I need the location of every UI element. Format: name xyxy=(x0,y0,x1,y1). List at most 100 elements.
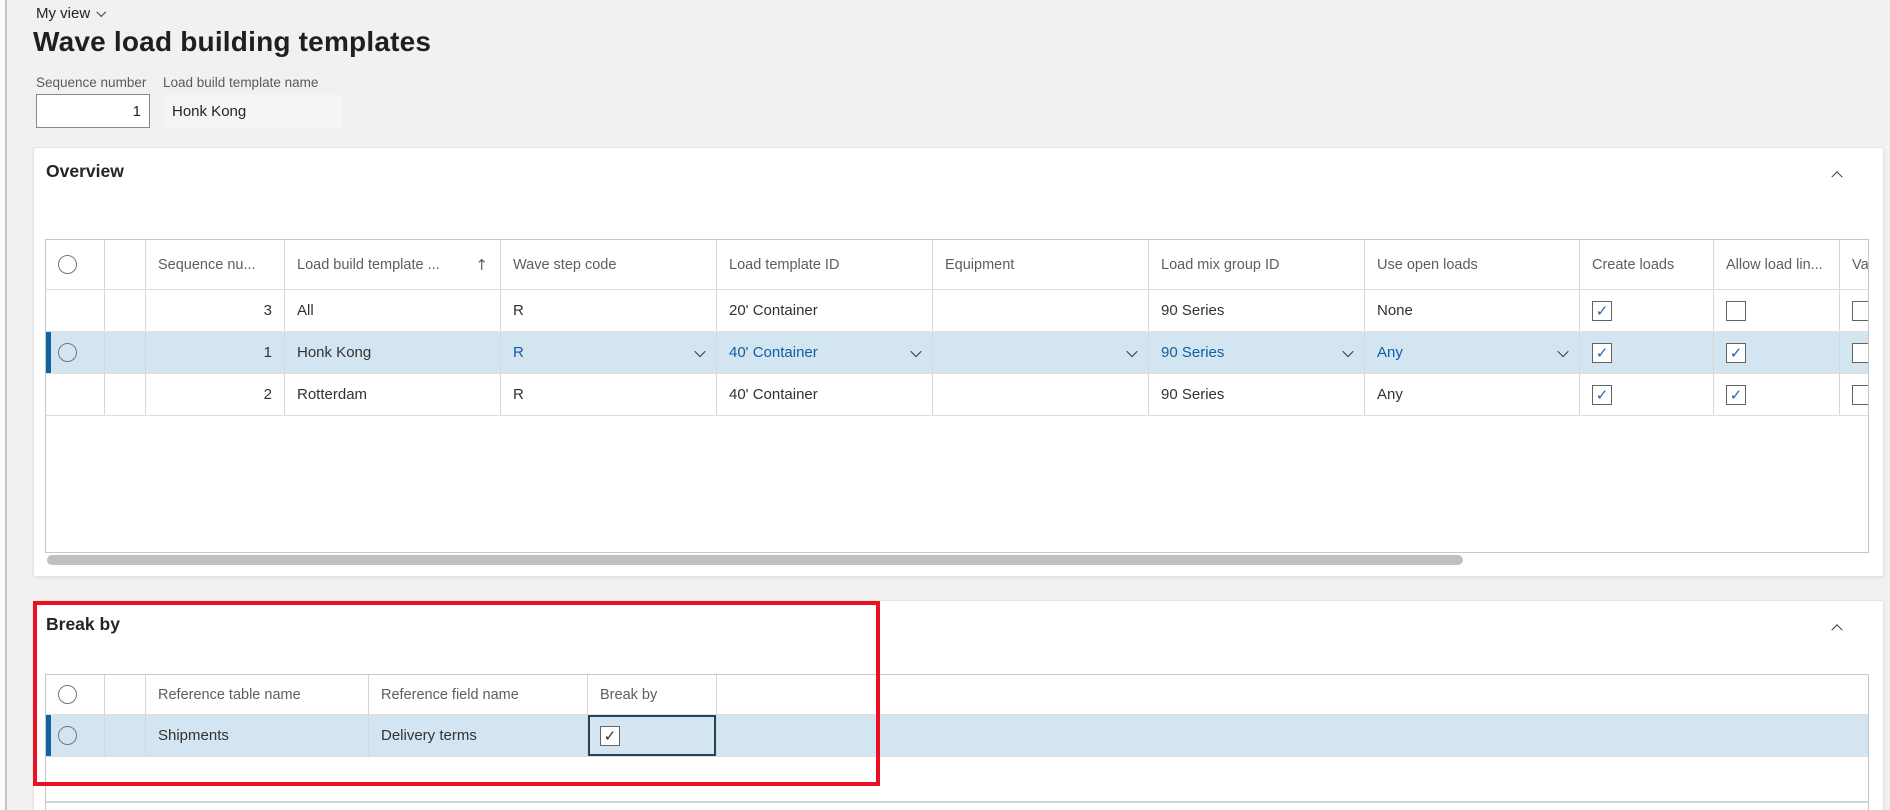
header-empty-area xyxy=(717,675,1868,714)
select-all-cell[interactable] xyxy=(46,675,105,714)
cell-use-open-loads[interactable]: Any xyxy=(1365,374,1580,415)
table-row-selected[interactable]: 1 Honk Kong R 40' Container 90 Series An… xyxy=(46,332,1868,374)
cell-use-open-loads-dropdown[interactable]: Any xyxy=(1365,332,1580,373)
sequence-number-field: Sequence number xyxy=(36,75,150,128)
page-title: Wave load building templates xyxy=(33,26,432,57)
column-header-name-label: Load build template ... xyxy=(297,256,440,273)
break-by-grid: Reference table name Reference field nam… xyxy=(45,674,1869,810)
column-header-create-loads[interactable]: Create loads xyxy=(1580,240,1714,289)
template-name-label: Load build template name xyxy=(163,75,319,90)
left-rail-divider xyxy=(5,0,7,810)
create-loads-checkbox[interactable]: ✓ xyxy=(1592,342,1612,363)
chevron-down-icon[interactable] xyxy=(1557,345,1569,357)
column-header-break-by[interactable]: Break by xyxy=(588,675,717,714)
cell-load-mix-value: 90 Series xyxy=(1161,344,1225,361)
chevron-down-icon[interactable] xyxy=(694,345,706,357)
cell-create-loads: ✓ xyxy=(1580,374,1714,415)
break-by-section-title: Break by xyxy=(46,614,120,634)
overview-grid: Sequence nu... Load build template ... ↑… xyxy=(45,239,1869,553)
cell-wave-step[interactable]: R xyxy=(501,374,717,415)
cell-load-mix[interactable]: 90 Series xyxy=(1149,374,1365,415)
column-header-equipment[interactable]: Equipment xyxy=(933,240,1149,289)
table-row[interactable]: 2 Rotterdam R 40' Container 90 Series An… xyxy=(46,374,1868,416)
cell-name[interactable]: All xyxy=(285,290,501,331)
column-header-sequence[interactable]: Sequence nu... xyxy=(146,240,285,289)
column-header-wave-step[interactable]: Wave step code xyxy=(501,240,717,289)
row-select-cell[interactable] xyxy=(46,374,105,415)
cell-wave-step[interactable]: R xyxy=(501,290,717,331)
cell-reference-table[interactable]: Shipments xyxy=(146,715,369,756)
break-by-checkbox[interactable]: ✓ xyxy=(600,725,620,746)
break-by-grid-header: Reference table name Reference field nam… xyxy=(46,675,1868,715)
gap-column-header xyxy=(105,675,146,714)
overflow-checkbox[interactable] xyxy=(1852,300,1868,321)
cell-load-mix-dropdown[interactable]: 90 Series xyxy=(1149,332,1365,373)
row-select-cell[interactable] xyxy=(46,332,105,373)
row-select-cell[interactable] xyxy=(46,715,105,756)
template-name-field: Load build template name xyxy=(163,75,343,128)
row-radio[interactable] xyxy=(58,726,77,745)
column-header-reference-table[interactable]: Reference table name xyxy=(146,675,369,714)
cell-sequence[interactable]: 1 xyxy=(146,332,285,373)
column-header-allow-load-lines[interactable]: Allow load lin... xyxy=(1714,240,1840,289)
bottom-divider xyxy=(46,801,1868,803)
cell-load-template-dropdown[interactable]: 40' Container xyxy=(717,332,933,373)
cell-load-template[interactable]: 20' Container xyxy=(717,290,933,331)
select-all-cell[interactable] xyxy=(46,240,105,289)
cell-reference-field[interactable]: Delivery terms xyxy=(369,715,588,756)
gap-cell xyxy=(105,715,146,756)
column-header-use-open-loads[interactable]: Use open loads xyxy=(1365,240,1580,289)
cell-use-open-loads[interactable]: None xyxy=(1365,290,1580,331)
allow-load-lines-checkbox[interactable]: ✓ xyxy=(1726,384,1746,405)
allow-load-lines-checkbox[interactable] xyxy=(1726,300,1746,321)
chevron-up-icon xyxy=(1831,171,1843,183)
column-header-overflow[interactable]: Va xyxy=(1840,240,1868,289)
break-by-collapse-button[interactable] xyxy=(1825,615,1849,639)
column-header-name[interactable]: Load build template ... ↑ xyxy=(285,240,501,289)
chevron-up-icon xyxy=(1831,624,1843,636)
cell-overflow xyxy=(1840,290,1868,331)
cell-load-mix[interactable]: 90 Series xyxy=(1149,290,1365,331)
cell-allow-load-lines xyxy=(1714,290,1840,331)
cell-allow-load-lines: ✓ xyxy=(1714,332,1840,373)
cell-equipment[interactable] xyxy=(933,374,1149,415)
cell-name[interactable]: Rotterdam xyxy=(285,374,501,415)
select-all-radio[interactable] xyxy=(58,255,77,274)
view-selector-label: My view xyxy=(36,5,91,22)
create-loads-checkbox[interactable]: ✓ xyxy=(1592,300,1612,321)
overview-collapse-button[interactable] xyxy=(1825,162,1849,186)
overflow-checkbox[interactable] xyxy=(1852,342,1868,363)
row-select-cell[interactable] xyxy=(46,290,105,331)
horizontal-scrollbar[interactable] xyxy=(46,554,1868,566)
column-header-load-template[interactable]: Load template ID xyxy=(717,240,933,289)
row-radio[interactable] xyxy=(58,343,77,362)
template-name-input[interactable] xyxy=(163,94,343,128)
cell-sequence[interactable]: 3 xyxy=(146,290,285,331)
cell-sequence[interactable]: 2 xyxy=(146,374,285,415)
cell-name[interactable]: Honk Kong xyxy=(285,332,501,373)
chevron-down-icon[interactable] xyxy=(910,345,922,357)
cell-equipment[interactable] xyxy=(933,290,1149,331)
cell-allow-load-lines: ✓ xyxy=(1714,374,1840,415)
table-row[interactable]: 3 All R 20' Container 90 Series None ✓ xyxy=(46,290,1868,332)
cell-load-template[interactable]: 40' Container xyxy=(717,374,933,415)
select-all-radio[interactable] xyxy=(58,685,77,704)
sequence-number-input[interactable] xyxy=(36,94,150,128)
allow-load-lines-checkbox[interactable]: ✓ xyxy=(1726,342,1746,363)
scrollbar-thumb[interactable] xyxy=(47,555,1463,565)
cell-wave-step-dropdown[interactable]: R xyxy=(501,332,717,373)
cell-break-by-focused[interactable]: ✓ xyxy=(588,715,717,756)
grid-empty-area xyxy=(46,416,1868,552)
cell-overflow xyxy=(1840,374,1868,415)
table-row-selected[interactable]: Shipments Delivery terms ✓ xyxy=(46,715,1868,757)
cell-equipment-dropdown[interactable] xyxy=(933,332,1149,373)
gap-cell xyxy=(105,290,146,331)
column-header-load-mix[interactable]: Load mix group ID xyxy=(1149,240,1365,289)
cell-create-loads: ✓ xyxy=(1580,332,1714,373)
chevron-down-icon[interactable] xyxy=(1126,345,1138,357)
chevron-down-icon[interactable] xyxy=(1342,345,1354,357)
view-selector[interactable]: My view xyxy=(36,5,107,22)
create-loads-checkbox[interactable]: ✓ xyxy=(1592,384,1612,405)
column-header-reference-field[interactable]: Reference field name xyxy=(369,675,588,714)
overflow-checkbox[interactable] xyxy=(1852,384,1868,405)
